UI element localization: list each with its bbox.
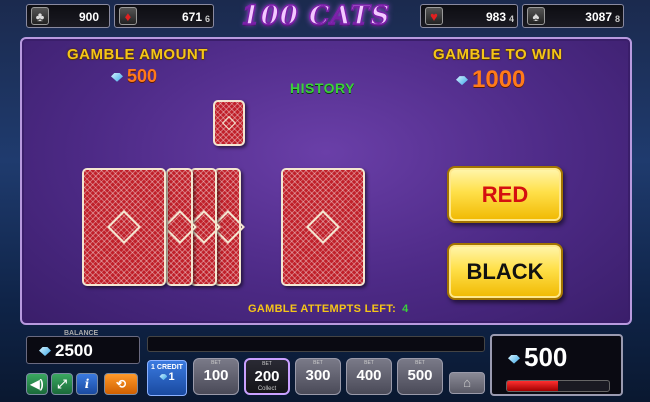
bet-button-400[interactable]: BET 400 (346, 358, 392, 395)
bet-label: BET (415, 360, 425, 366)
gamble-attempts-value: 4 (402, 303, 409, 315)
gamble-to-win-value: 1000 (472, 66, 526, 93)
gamble-attempts-label: GAMBLE ATTEMPTS LEFT: (248, 303, 397, 315)
hearts-icon: ♥ (425, 7, 443, 25)
balance-value: 2500 (55, 341, 93, 360)
jackpot-sub-value: 4 (508, 14, 514, 24)
diamonds-icon: ♦ (119, 7, 137, 25)
diamond-gem-icon (111, 72, 123, 82)
bet-label: BET (262, 361, 272, 367)
gamble-to-win: 1000 (456, 66, 525, 94)
game-logo: 100 CATS (241, 0, 391, 32)
win-meter-fill (507, 381, 558, 391)
deck-top-card (82, 168, 166, 286)
jackpot-value: 3087 (585, 10, 612, 24)
history-label: HISTORY (290, 80, 355, 96)
gamble-card[interactable] (281, 168, 365, 286)
bet-value: 200 (254, 368, 280, 385)
diamond-gem-icon (456, 76, 468, 86)
bet-label: BET (313, 360, 323, 366)
jackpot-diamonds: ♦ 671 6 (114, 4, 214, 28)
bet-value: 300 (305, 367, 331, 384)
bet-value: 500 (407, 367, 433, 384)
info-icon[interactable]: i (76, 373, 98, 395)
jackpot-spades: ♠ 3087 8 (522, 4, 624, 28)
diamond-gem-icon (39, 347, 51, 357)
jackpot-value: 671 (181, 10, 202, 24)
history-card (213, 100, 245, 146)
spades-icon: ♠ (527, 7, 545, 25)
jackpot-value: 983 (485, 10, 506, 24)
bet-label: BET (211, 360, 221, 366)
collect-label: Collect (257, 386, 277, 392)
credit-selector[interactable]: 1 CREDIT 1 (147, 360, 187, 396)
jackpot-hearts: ♥ 983 4 (420, 4, 518, 28)
message-bar (147, 336, 485, 352)
jackpot-sub-value: 8 (614, 14, 620, 24)
gamble-amount-label: GAMBLE AMOUNT (67, 46, 208, 63)
bet-value: 100 (203, 367, 229, 384)
diamond-gem-icon (508, 354, 520, 364)
balance-display: 2500 (26, 336, 140, 364)
jackpot-sub-value: 6 (204, 14, 210, 24)
jackpot-bar: ♣ 900 ♦ 671 6 100 CATS ♥ 983 4 ♠ 3087 8 (0, 0, 650, 34)
gamble-to-win-label: GAMBLE TO WIN (433, 46, 563, 63)
gamble-amount: 500 (111, 66, 157, 87)
clubs-icon: ♣ (31, 7, 49, 25)
jackpot-value: 900 (78, 10, 99, 24)
win-meter (506, 380, 610, 392)
win-display: 500 (490, 334, 623, 396)
bet-button-100[interactable]: BET 100 (193, 358, 239, 395)
speaker-icon[interactable]: ◀) (26, 373, 48, 395)
jackpot-clubs: ♣ 900 (26, 4, 110, 28)
red-button[interactable]: RED (447, 166, 563, 223)
bet-button-500[interactable]: BET 500 (397, 358, 443, 395)
gamble-attempts: GAMBLE ATTEMPTS LEFT: 4 (248, 303, 409, 315)
bet-button-300[interactable]: BET 300 (295, 358, 341, 395)
credit-value: 1 (148, 371, 186, 383)
repeat-icon[interactable]: ⟲ (104, 373, 138, 395)
home-icon[interactable]: ⌂ (449, 372, 485, 394)
gamble-amount-value: 500 (127, 66, 158, 86)
deck-card (166, 168, 193, 286)
win-value: 500 (524, 342, 568, 372)
diamond-gem-icon (159, 374, 168, 381)
bet-value: 400 (356, 367, 382, 384)
bet-label: BET (364, 360, 374, 366)
win-amount: 500 (508, 342, 567, 373)
credit-value-text: 1 (168, 371, 175, 383)
black-button[interactable]: BLACK (447, 243, 563, 300)
credit-label: 1 CREDIT (151, 364, 183, 371)
expand-icon[interactable]: ⤢ (51, 373, 73, 395)
bet-button-200[interactable]: BET 200 Collect (244, 358, 290, 395)
